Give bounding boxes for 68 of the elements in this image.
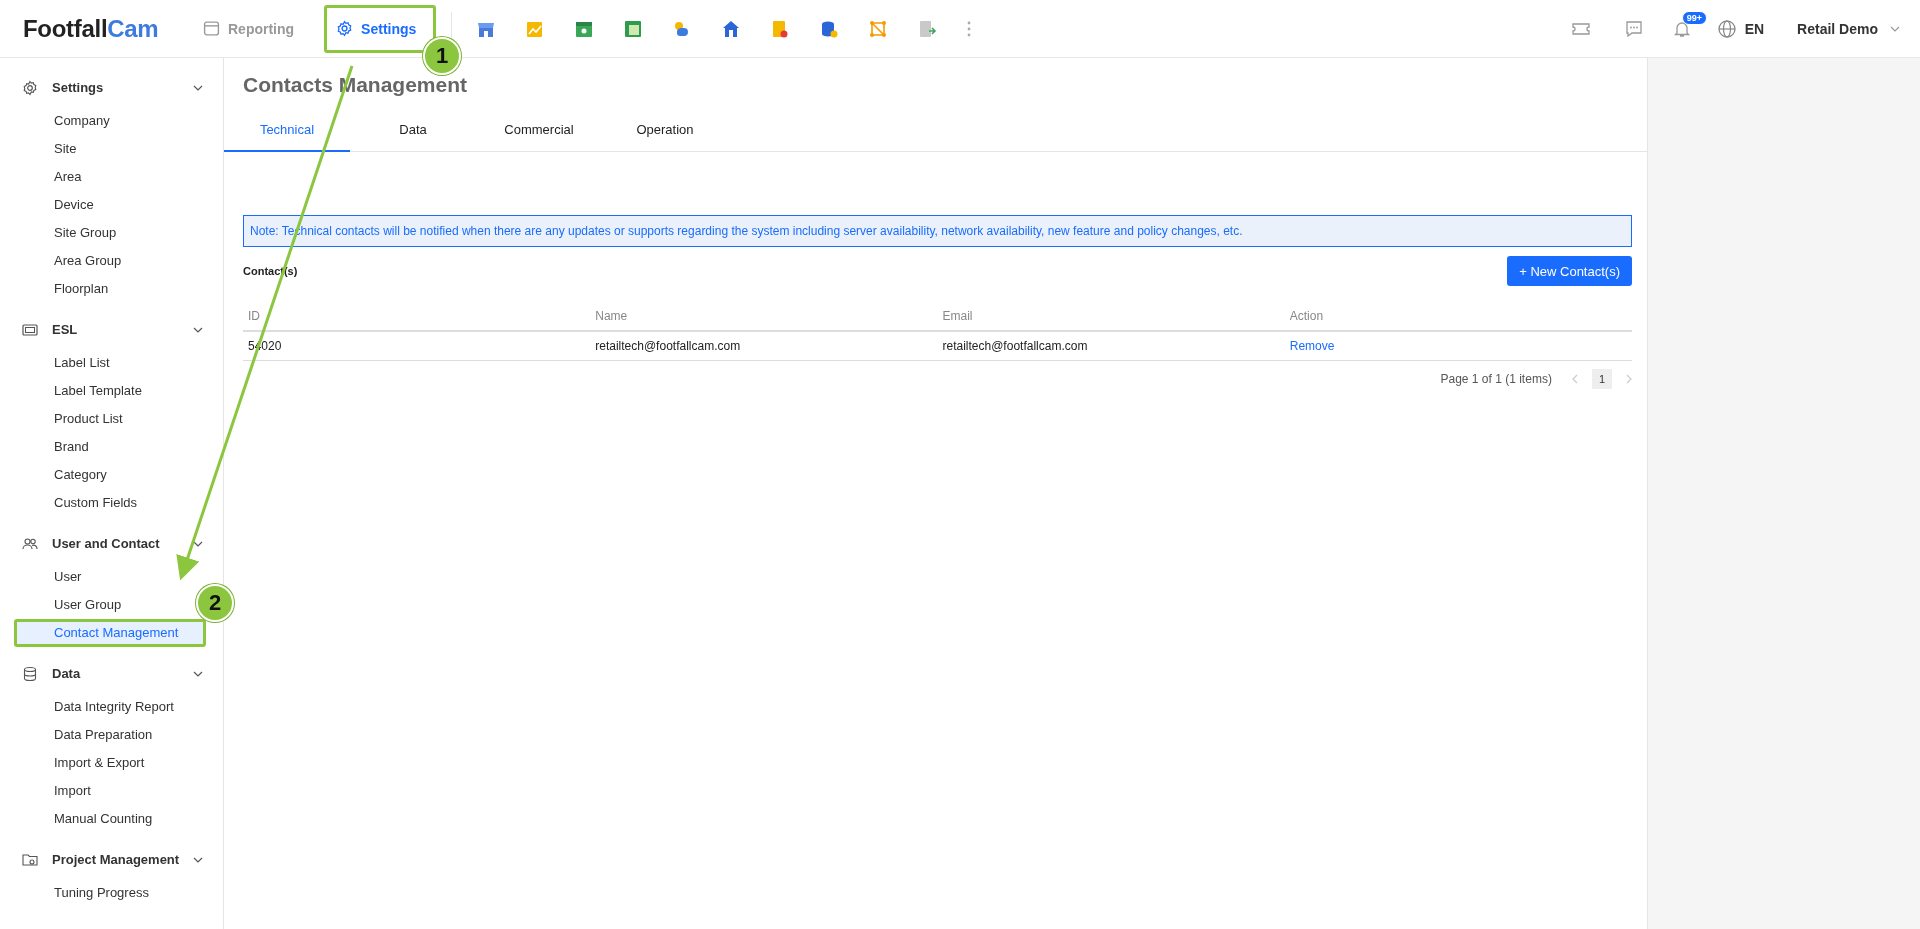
chevron-icon[interactable] xyxy=(193,671,203,677)
sidebar-item[interactable]: Area xyxy=(54,163,82,191)
sidebar-item[interactable]: Floorplan xyxy=(54,275,109,303)
calendar-icon xyxy=(203,20,220,37)
notification-badge: 99+ xyxy=(1681,10,1707,25)
settings-icon xyxy=(336,20,354,37)
new-contact-button[interactable]: + New Contact(s) xyxy=(1507,256,1632,286)
table-cell-text: retailtech@footfallcam.com xyxy=(941,339,1089,353)
folder-gear-icon xyxy=(22,852,38,868)
sidebar-item[interactable]: Import & Export xyxy=(54,749,145,777)
tab[interactable]: Operation xyxy=(602,111,728,152)
sidebar-item[interactable]: Brand xyxy=(54,433,89,461)
tab[interactable]: Commercial xyxy=(476,111,602,152)
step-number: 2 xyxy=(196,584,234,622)
section-title: Project Management xyxy=(52,851,181,869)
screen-icon xyxy=(22,322,38,338)
section-title: User and Contact xyxy=(52,535,161,553)
chevron-icon[interactable] xyxy=(193,541,203,547)
step-number: 1 xyxy=(423,37,461,75)
sidebar-item[interactable]: Custom Fields xyxy=(54,489,138,517)
sidebar-section[interactable]: Project Management xyxy=(0,845,223,875)
chat-icon[interactable] xyxy=(1623,18,1644,39)
section-title: Data xyxy=(52,665,82,683)
remove-link[interactable]: Remove xyxy=(1289,339,1335,353)
tab[interactable]: Technical xyxy=(224,111,350,152)
language-selector[interactable]: EN xyxy=(1744,20,1765,37)
column-header: ID xyxy=(247,309,261,323)
logo: FootfallCam xyxy=(23,14,160,43)
chevron-icon[interactable] xyxy=(193,857,203,863)
sidebar-item[interactable]: Area Group xyxy=(54,247,122,275)
page-number[interactable]: 1 xyxy=(1591,369,1612,389)
sidebar-item[interactable]: Tuning Progress xyxy=(54,879,149,907)
column-header: Name xyxy=(594,309,629,323)
column-header: Action xyxy=(1288,309,1325,323)
nodes-icon[interactable] xyxy=(868,18,889,39)
sidebar-section[interactable]: Data xyxy=(0,659,223,689)
sidebar-section[interactable]: ESL xyxy=(0,315,223,345)
section-title: ESL xyxy=(52,321,79,339)
sidebar-item[interactable]: Device xyxy=(54,191,94,219)
sidebar-item[interactable]: Site xyxy=(54,135,77,163)
sidebar-item[interactable]: Label Template xyxy=(54,377,142,405)
sidebar-item[interactable]: Product List xyxy=(54,405,123,433)
tab[interactable]: Data xyxy=(350,111,476,152)
sidebar-item[interactable]: Label List xyxy=(54,349,110,377)
pagination-summary: Page 1 of 1 (1 items) xyxy=(1440,372,1552,386)
sidebar-section[interactable]: User and Contact xyxy=(0,529,223,559)
globe-icon[interactable] xyxy=(1716,18,1737,39)
sidebar-item[interactable]: Contact Management xyxy=(14,619,206,647)
sidebar-item[interactable]: Import xyxy=(54,777,91,805)
column-header: Email xyxy=(941,309,974,323)
sidebar-item[interactable]: Data Integrity Report xyxy=(54,693,174,721)
database-icon xyxy=(22,666,38,682)
sidebar-item[interactable]: Category xyxy=(54,461,107,489)
sidebar-item[interactable]: User xyxy=(54,563,82,591)
sidebar-item[interactable]: Company xyxy=(54,107,110,135)
section-title: Settings xyxy=(52,79,105,97)
table-cell-text: retailtech@footfallcam.com xyxy=(594,339,742,353)
sidebar-section[interactable]: Settings xyxy=(0,73,223,103)
sidebar-item[interactable]: User Group xyxy=(54,591,122,619)
settings-icon xyxy=(22,80,38,96)
caret-icon[interactable] xyxy=(1890,25,1900,32)
chevron-icon[interactable] xyxy=(193,85,203,91)
sidebar-item[interactable]: Data Preparation xyxy=(54,721,153,749)
chevron-icon[interactable] xyxy=(193,327,203,333)
sidebar-item[interactable]: Site Group xyxy=(54,219,117,247)
sidebar-item[interactable]: Manual Counting xyxy=(54,805,153,833)
user-menu[interactable]: Retail Demo xyxy=(1797,20,1878,37)
users-icon xyxy=(22,536,38,552)
